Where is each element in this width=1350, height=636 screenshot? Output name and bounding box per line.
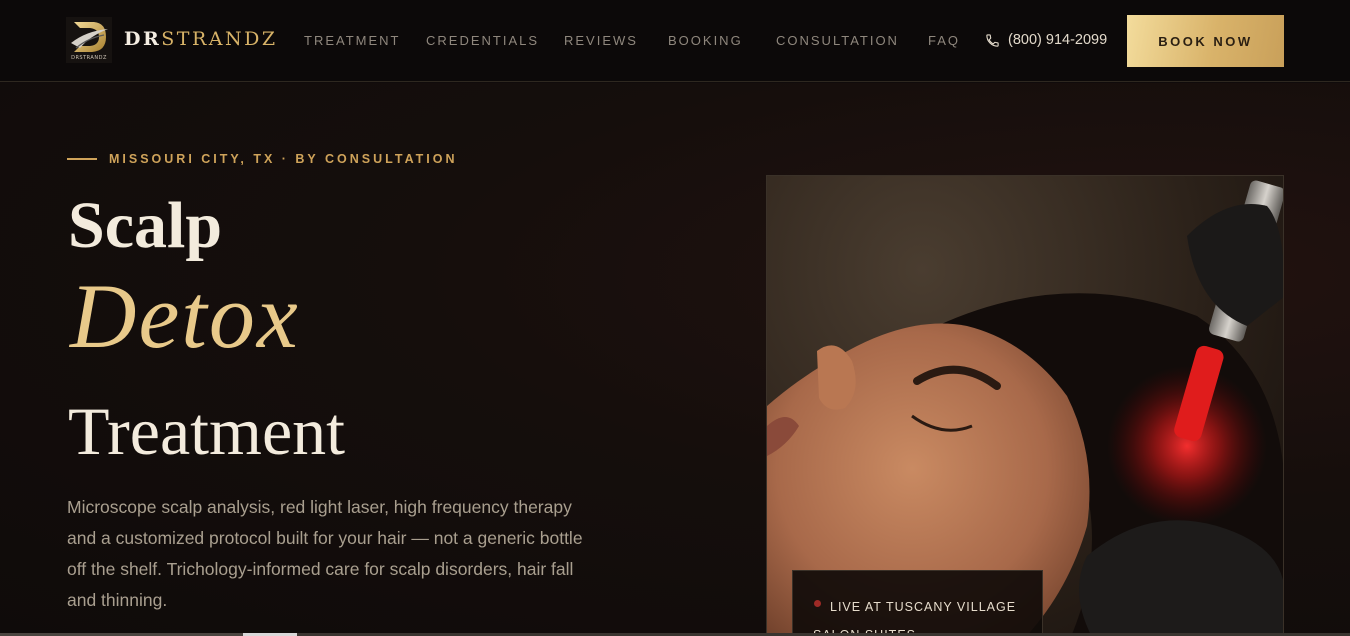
- nav-booking[interactable]: BOOKING: [668, 33, 743, 48]
- treatment-photo: [766, 175, 1284, 636]
- site-header: DRSTRANDZ DRSTRANDZ TREATMENT CREDENTIAL…: [0, 0, 1350, 82]
- hero-title-line3: Treatment: [68, 393, 346, 469]
- location-card: LIVE AT TUSCANY VILLAGE SALON SUITES: [792, 570, 1043, 636]
- hero-eyebrow: MISSOURI CITY, TX · BY CONSULTATION: [109, 152, 458, 166]
- brand-name-part2: STRANDZ: [161, 28, 278, 50]
- hero-title-line2: Detox: [70, 265, 300, 367]
- red-light-treatment-illustration: [767, 180, 1283, 636]
- logo-subtext: DRSTRANDZ: [71, 55, 107, 61]
- phone-icon: [986, 34, 999, 47]
- eyebrow-divider: [67, 158, 97, 160]
- book-now-button[interactable]: BOOK NOW: [1127, 15, 1284, 67]
- brand-logo[interactable]: DRSTRANDZ: [66, 17, 112, 63]
- nav-reviews[interactable]: REVIEWS: [564, 33, 638, 48]
- nav-credentials[interactable]: CREDENTIALS: [426, 33, 539, 48]
- brand-name-part1: DR: [124, 28, 162, 50]
- nav-faq[interactable]: FAQ: [928, 33, 960, 48]
- phone-number: (800) 914-2099: [1008, 32, 1108, 48]
- nav-consultation[interactable]: CONSULTATION: [776, 33, 899, 48]
- hero-description: Microscope scalp analysis, red light las…: [67, 497, 583, 610]
- brand-name[interactable]: DRSTRANDZ: [124, 28, 278, 50]
- nav-treatment[interactable]: TREATMENT: [304, 33, 400, 48]
- location-label: LIVE AT TUSCANY VILLAGE SALON SUITES: [813, 600, 1017, 636]
- hero-title-line1: Scalp: [68, 189, 223, 262]
